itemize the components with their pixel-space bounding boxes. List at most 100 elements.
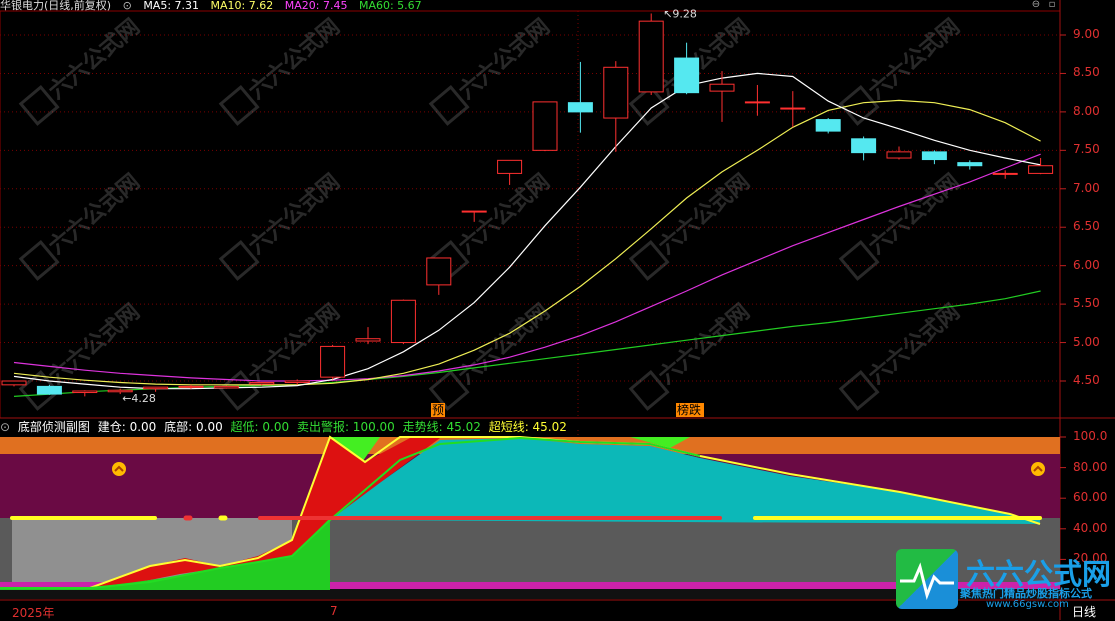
- candle-body: [284, 380, 310, 384]
- candle-body: [815, 119, 841, 132]
- tag-die: 榜跌: [677, 402, 701, 417]
- sub-tick-label: 40.00: [1073, 520, 1108, 535]
- close-icon[interactable]: ▫: [1046, 0, 1058, 10]
- price-tick-label: 7.50: [1073, 142, 1100, 157]
- candle: [72, 390, 98, 397]
- candle-body: [426, 257, 452, 286]
- candle: [744, 84, 770, 116]
- dibu-value: 底部: 0.00: [164, 420, 223, 434]
- candle: [780, 91, 806, 128]
- candle-body: [72, 390, 98, 394]
- watermark-text: 六六公式网: [44, 170, 144, 260]
- watermark: 六六公式网: [218, 15, 345, 126]
- watermark-text: 六六公式网: [864, 300, 964, 390]
- candle: [390, 299, 416, 345]
- tag-yu: 预: [432, 403, 444, 417]
- candle-body: [567, 102, 593, 113]
- watermark-text: 六六公式网: [454, 170, 554, 260]
- candle-body: [320, 345, 346, 378]
- watermark: 六六公式网: [838, 170, 965, 281]
- candle-body: [674, 57, 700, 94]
- year-label: 2025年: [12, 606, 55, 620]
- candle-body: [921, 151, 947, 161]
- candle-body: [957, 162, 983, 167]
- short-line-value: 超短线: 45.02: [488, 420, 567, 434]
- watermark-text: 六六公式网: [454, 300, 554, 390]
- candle-body: [886, 151, 912, 159]
- candle: [532, 101, 558, 152]
- price-tick-label: 8.50: [1073, 65, 1100, 80]
- up-arrow-icon: [1031, 462, 1045, 476]
- candle-body: [36, 385, 62, 395]
- ma10-label: MA10: 7.62: [210, 0, 274, 12]
- price-tick-label: 5.50: [1073, 296, 1100, 311]
- ma60-label: MA60: 5.67: [358, 0, 422, 12]
- watermark-text: 六六公式网: [654, 170, 754, 260]
- candle-body: [213, 385, 239, 389]
- candle-body: [1028, 165, 1054, 174]
- candle-body: [143, 386, 169, 390]
- candle-body: [390, 299, 416, 344]
- candle-body: [992, 172, 1018, 175]
- price-tick-label: 9.00: [1073, 27, 1100, 41]
- watermark: 六六公式网: [428, 300, 555, 411]
- candle-body: [178, 385, 204, 388]
- watermark-text: 六六公式网: [44, 15, 144, 105]
- candle: [567, 61, 593, 133]
- candle-body: [355, 338, 381, 342]
- price-tick-label: 6.00: [1073, 257, 1100, 272]
- candle-body: [461, 210, 487, 213]
- logo-url: www.66gsw.com: [986, 599, 1069, 610]
- trend-line-value: 走势线: 45.02: [402, 420, 481, 434]
- watermark-text: 六六公式网: [244, 170, 344, 260]
- sub-tick-label: 80.00: [1073, 459, 1108, 474]
- candle-body: [603, 66, 629, 119]
- sub-panel-header: ⊙ 底部侦测副图 建仓: 0.00 底部: 0.00 超低: 0.00 卖出警报…: [0, 419, 1060, 435]
- price-tick-label: 6.50: [1073, 219, 1100, 234]
- chaodi-value: 超低: 0.00: [230, 420, 290, 434]
- logo-pulse-icon: [900, 562, 954, 600]
- minimize-icon[interactable]: ⊖: [1030, 0, 1042, 10]
- month-label: 7: [330, 604, 338, 618]
- candle: [1028, 158, 1054, 175]
- candle: [638, 13, 664, 95]
- watermark: 六六公式网: [218, 170, 345, 281]
- candle-body: [497, 159, 523, 174]
- price-tick-label: 8.00: [1073, 103, 1100, 118]
- site-logo: 六六公式网 聚焦热门精品炒股指标公式 www.66gsw.com: [896, 549, 1111, 611]
- candle-body: [780, 107, 806, 110]
- chart-header: 华银电力(日线,前复权) ⊙ MA5: 7.31 MA10: 7.62 MA20…: [0, 0, 1040, 12]
- price-chart[interactable]: 六六公式网 六六公式网 六六公式网 六六公式网 六六公式网六六公式网 六六公式网 六六公式网…: [0, 0, 1115, 620]
- candle-body: [532, 101, 558, 151]
- candle-body: [709, 83, 735, 92]
- watermark-text: 六六公式网: [654, 300, 754, 390]
- watermark-text: 六六公式网: [454, 15, 554, 105]
- collapse-icon[interactable]: ⊙: [0, 420, 10, 434]
- ma5-label: MA5: 7.31: [143, 0, 200, 12]
- candle: [355, 327, 381, 345]
- candle-body: [638, 20, 664, 93]
- sub-tick-label: 100.0: [1073, 429, 1108, 443]
- settings-icon[interactable]: ⊙: [123, 0, 132, 12]
- sell-alert-value: 卖出警报: 100.00: [296, 420, 395, 434]
- stock-title[interactable]: 华银电力(日线,前复权): [0, 0, 111, 12]
- candle: [921, 150, 947, 165]
- candle: [213, 385, 239, 389]
- candle-body: [249, 382, 275, 385]
- watermark: 六六公式网: [628, 300, 755, 411]
- sub-panel-title[interactable]: 底部侦测副图: [18, 420, 90, 434]
- candle: [886, 146, 912, 160]
- up-arrow-icon: [112, 462, 126, 476]
- watermark: 六六公式网: [18, 15, 145, 126]
- watermark: 六六公式网: [18, 170, 145, 281]
- sub-tick-label: 60.00: [1073, 490, 1108, 505]
- watermark-text: 六六公式网: [244, 15, 344, 105]
- candle: [36, 384, 62, 395]
- ma20-label: MA20: 7.45: [284, 0, 348, 12]
- jiancang-value: 建仓: 0.00: [97, 420, 157, 434]
- price-tick-label: 5.00: [1073, 334, 1100, 349]
- watermark: 六六公式网: [628, 170, 755, 281]
- watermark-text: 六六公式网: [864, 170, 964, 260]
- candle-body: [851, 138, 877, 154]
- candle: [815, 118, 841, 134]
